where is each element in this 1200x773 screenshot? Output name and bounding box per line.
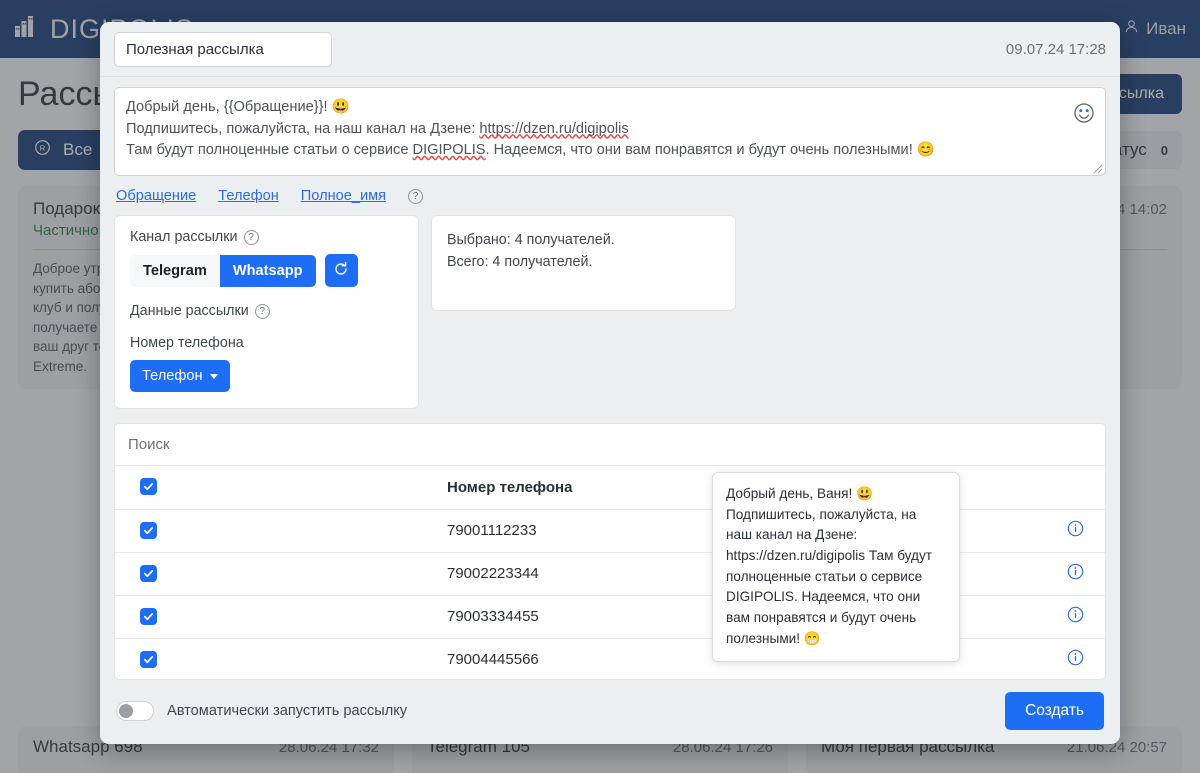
info-cell (1045, 552, 1105, 596)
tooltip-text-a: Добрый день, Ваня! (726, 486, 857, 501)
row-checkbox-cell (115, 638, 181, 679)
info-cell (1045, 638, 1105, 679)
info-circle-icon[interactable] (1067, 606, 1084, 627)
create-button[interactable]: Создать (1005, 692, 1104, 730)
tooltip-text-b: Подпишитесь, пожалуйста, на наш канал на… (726, 506, 932, 646)
info-column-header-cell (1045, 466, 1105, 510)
chevron-down-icon (209, 373, 218, 379)
message-line3c: . Надеемся, что они вам понравятся и буд… (485, 142, 917, 159)
channel-panel: Канал рассылки ? Telegram Whatsapp Данны… (114, 215, 419, 409)
row-checkbox-cell (115, 552, 181, 596)
variable-polnoe-imya[interactable]: Полное_имя (301, 188, 386, 204)
select-all-cell (115, 466, 181, 510)
recipients-total: Всего: 4 получателей. (447, 254, 593, 271)
smiley-emoji: 😃 (331, 99, 350, 115)
auto-start-row: Автоматически запустить рассылку (116, 701, 407, 721)
auto-start-toggle[interactable] (116, 701, 154, 721)
variable-telefon[interactable]: Телефон (218, 188, 279, 204)
message-text: Добрый день, {{Обращение}}! 😃 Подпишитес… (115, 88, 1105, 162)
refresh-button[interactable] (324, 254, 358, 287)
row-checkbox-cell (115, 595, 181, 639)
select-all-checkbox[interactable] (139, 478, 157, 496)
recipients-selected: Выбрано: 4 получателей. (447, 232, 615, 248)
channel-option-whatsapp[interactable]: Whatsapp (219, 254, 316, 287)
question-icon[interactable]: ? (408, 188, 424, 204)
info-circle-icon[interactable] (1067, 563, 1084, 584)
phone-source-dropdown[interactable]: Телефон (130, 360, 230, 392)
row-checkbox[interactable] (139, 607, 157, 625)
create-mailing-modal: 09.07.24 17:28 Добрый день, {{Обращение}… (100, 22, 1120, 744)
recipients-panel: Выбрано: 4 получателей. Всего: 4 получат… (431, 215, 736, 311)
settings-panels: Канал рассылки ? Telegram Whatsapp Данны… (100, 215, 1120, 409)
row-checkbox[interactable] (139, 650, 157, 668)
info-circle-icon[interactable] (1067, 649, 1084, 670)
row-checkbox[interactable] (139, 521, 157, 539)
row-checkbox[interactable] (139, 564, 157, 582)
channel-option-telegram[interactable]: Telegram (130, 254, 220, 287)
toggle-knob (119, 704, 133, 718)
info-cell (1045, 509, 1105, 553)
smiley-emoji: 😃 (856, 486, 874, 501)
message-editor-wrap: Добрый день, {{Обращение}}! 😃 Подпишитес… (100, 77, 1120, 176)
row-checkbox-cell (115, 509, 181, 553)
mailing-title-input[interactable] (114, 32, 332, 67)
modal-date: 09.07.24 17:28 (1005, 41, 1106, 58)
message-brand-word: DIGIPOLIS (412, 142, 486, 159)
refresh-icon (333, 261, 349, 280)
info-cell (1045, 595, 1105, 639)
message-textarea[interactable]: Добрый день, {{Обращение}}! 😃 Подпишитес… (114, 87, 1106, 176)
channel-label: Канал рассылки (130, 229, 238, 245)
variable-obrashchenie[interactable]: Обращение (116, 188, 196, 204)
data-label: Данные рассылки (130, 303, 249, 319)
info-circle-icon[interactable] (1067, 520, 1084, 541)
channel-label-row: Канал рассылки ? (130, 229, 403, 245)
blush-emoji: 😊 (916, 142, 935, 159)
message-line1: Добрый день, {{Обращение}}! (126, 99, 332, 115)
message-line2: Подпишитесь, пожалуйста, на наш канал на… (126, 120, 480, 137)
smiley-icon[interactable] (1073, 102, 1097, 126)
phone-source-label: Телефон (142, 368, 203, 384)
question-icon[interactable]: ? (243, 229, 259, 245)
variables-row: Обращение Телефон Полное_имя ? (100, 176, 1120, 215)
resize-handle-icon[interactable] (1091, 161, 1103, 174)
question-icon[interactable]: ? (254, 303, 270, 319)
message-link: https://dzen.ru/digipolis (479, 120, 629, 137)
auto-start-label: Автоматически запустить рассылку (167, 703, 408, 719)
channel-segmented-control: Telegram Whatsapp (130, 254, 316, 287)
phone-field-label: Номер телефона (130, 335, 244, 351)
modal-header: 09.07.24 17:28 (100, 22, 1120, 77)
message-preview-tooltip: Добрый день, Ваня! 😃 Подпишитесь, пожалу… (712, 472, 960, 663)
modal-footer: Автоматически запустить рассылку Создать (100, 680, 1120, 744)
grin-emoji: 😁 (803, 630, 821, 646)
channel-button-group: Telegram Whatsapp (130, 254, 403, 287)
search-input[interactable] (115, 424, 1105, 466)
message-line3a: Там будут полноценные статьи о сервисе (126, 142, 413, 159)
data-label-row: Данные рассылки ? (130, 303, 403, 319)
